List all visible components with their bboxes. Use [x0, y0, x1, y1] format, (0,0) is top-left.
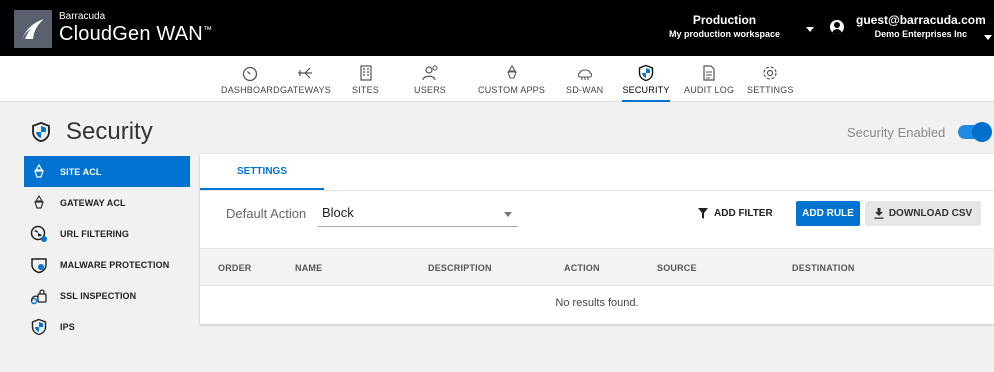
add-filter-label: ADD FILTER — [714, 208, 773, 219]
ips-icon — [31, 318, 47, 335]
nav-custom-apps-label: CUSTOM APPS — [478, 85, 546, 95]
nav-settings-label: SETTINGS — [747, 85, 794, 95]
nav-sites-label: SITES — [352, 85, 380, 95]
column-source[interactable]: SOURCE — [657, 263, 697, 273]
nav-settings[interactable]: SETTINGS — [747, 56, 794, 102]
nav-sites[interactable]: SITES — [352, 56, 379, 102]
workspace-selector[interactable]: Production My production workspace — [669, 13, 780, 39]
sidebar-item-label: MALWARE PROTECTION — [60, 259, 170, 270]
user-email: guest@barracuda.com — [856, 13, 986, 27]
nav-gateways-label: GATEWAYS — [280, 85, 331, 95]
default-action-value: Block — [322, 205, 354, 220]
add-rule-button[interactable]: ADD RULE — [796, 201, 860, 226]
nav-sd-wan[interactable]: SD-WAN — [566, 56, 603, 102]
main-nav: DASHBOARD GATEWAYS SITES USERS CUSTOM AP… — [0, 56, 994, 102]
page-header: Security — [30, 118, 153, 146]
custom-apps-icon — [506, 64, 517, 79]
download-csv-button[interactable]: DOWNLOAD CSV — [865, 201, 981, 226]
sidebar-item-ips[interactable]: IPS — [24, 311, 190, 342]
sidebar-item-site-acl[interactable]: SITE ACL — [24, 156, 190, 187]
nav-gateways[interactable]: GATEWAYS — [280, 56, 331, 102]
nav-dashboard-label: DASHBOARD — [221, 85, 280, 95]
download-icon — [874, 208, 884, 219]
site-acl-panel: SETTINGS Default Action Block ADD FILTER… — [200, 154, 994, 324]
security-sidebar: SITE ACL GATEWAY ACL URL FILTERING MALWA… — [24, 156, 190, 342]
sidebar-item-label: SITE ACL — [60, 166, 102, 177]
table-header: ORDER NAME DESCRIPTION ACTION SOURCE DES… — [200, 248, 994, 286]
page-title: Security — [66, 118, 153, 145]
column-order[interactable]: ORDER — [218, 263, 252, 273]
empty-table-message: No results found. — [555, 297, 639, 309]
tab-settings[interactable]: SETTINGS — [200, 154, 324, 190]
column-destination[interactable]: DESTINATION — [792, 263, 855, 273]
brand-company: Barracuda — [59, 11, 106, 22]
dashboard-icon — [243, 66, 258, 82]
chevron-down-icon — [504, 212, 512, 217]
column-action[interactable]: ACTION — [564, 263, 600, 273]
sidebar-item-label: URL FILTERING — [60, 228, 129, 239]
security-enabled-label: Security Enabled — [847, 125, 946, 140]
sites-icon — [359, 65, 372, 81]
settings-icon — [763, 66, 777, 80]
sidebar-item-malware-protection[interactable]: MALWARE PROTECTION — [24, 249, 190, 280]
url-filtering-icon — [30, 225, 47, 242]
nav-sd-wan-label: SD-WAN — [566, 85, 604, 95]
nav-custom-apps[interactable]: CUSTOM APPS — [478, 56, 545, 102]
tab-divider — [200, 190, 994, 191]
workspace-name: Production — [692, 13, 757, 27]
nav-users-label: USERS — [414, 85, 447, 95]
workspace-dropdown-icon[interactable] — [806, 27, 814, 32]
nav-users[interactable]: USERS — [414, 56, 446, 102]
sidebar-item-label: GATEWAY ACL — [60, 197, 126, 208]
security-enabled-toggle[interactable] — [958, 122, 992, 142]
sd-wan-icon — [577, 69, 592, 80]
brand-product-name: CloudGen WAN™ — [59, 23, 213, 45]
nav-audit-log-label: AUDIT LOG — [684, 85, 735, 95]
nav-dashboard[interactable]: DASHBOARD — [221, 56, 280, 102]
malware-protection-icon — [31, 257, 47, 273]
sidebar-item-gateway-acl[interactable]: GATEWAY ACL — [24, 187, 190, 218]
sidebar-item-url-filtering[interactable]: URL FILTERING — [24, 218, 190, 249]
ssl-inspection-icon — [30, 288, 47, 304]
user-menu[interactable]: guest@barracuda.com Demo Enterprises Inc — [856, 13, 986, 39]
default-action-select[interactable]: Block — [318, 199, 518, 227]
users-icon — [422, 65, 438, 81]
default-action-label: Default Action — [226, 206, 307, 221]
audit-log-icon — [703, 65, 715, 81]
filter-icon — [698, 208, 708, 219]
column-description[interactable]: DESCRIPTION — [428, 263, 492, 273]
download-csv-label: DOWNLOAD CSV — [888, 208, 973, 219]
user-dropdown-icon[interactable] — [984, 35, 992, 40]
sidebar-item-label: IPS — [60, 321, 75, 332]
security-shield-icon — [32, 121, 50, 143]
barracuda-logo-icon[interactable] — [14, 10, 52, 48]
add-filter-button[interactable]: ADD FILTER — [698, 208, 773, 219]
site-acl-icon — [34, 163, 44, 178]
gateways-icon — [298, 67, 313, 79]
user-organization: Demo Enterprises Inc — [874, 29, 968, 39]
workspace-description: My production workspace — [668, 29, 780, 39]
sidebar-item-ssl-inspection[interactable]: SSL INSPECTION — [24, 280, 190, 311]
sidebar-item-label: SSL INSPECTION — [60, 290, 137, 301]
toggle-knob — [972, 122, 992, 142]
user-account-icon[interactable] — [830, 20, 844, 34]
column-name[interactable]: NAME — [295, 263, 322, 273]
nav-security-label: SECURITY — [622, 85, 670, 95]
security-icon — [638, 64, 654, 82]
gateway-acl-icon — [34, 194, 44, 209]
nav-audit-log[interactable]: AUDIT LOG — [684, 56, 734, 102]
top-bar: Barracuda CloudGen WAN™ Production My pr… — [0, 0, 994, 56]
nav-security[interactable]: SECURITY — [622, 56, 670, 102]
